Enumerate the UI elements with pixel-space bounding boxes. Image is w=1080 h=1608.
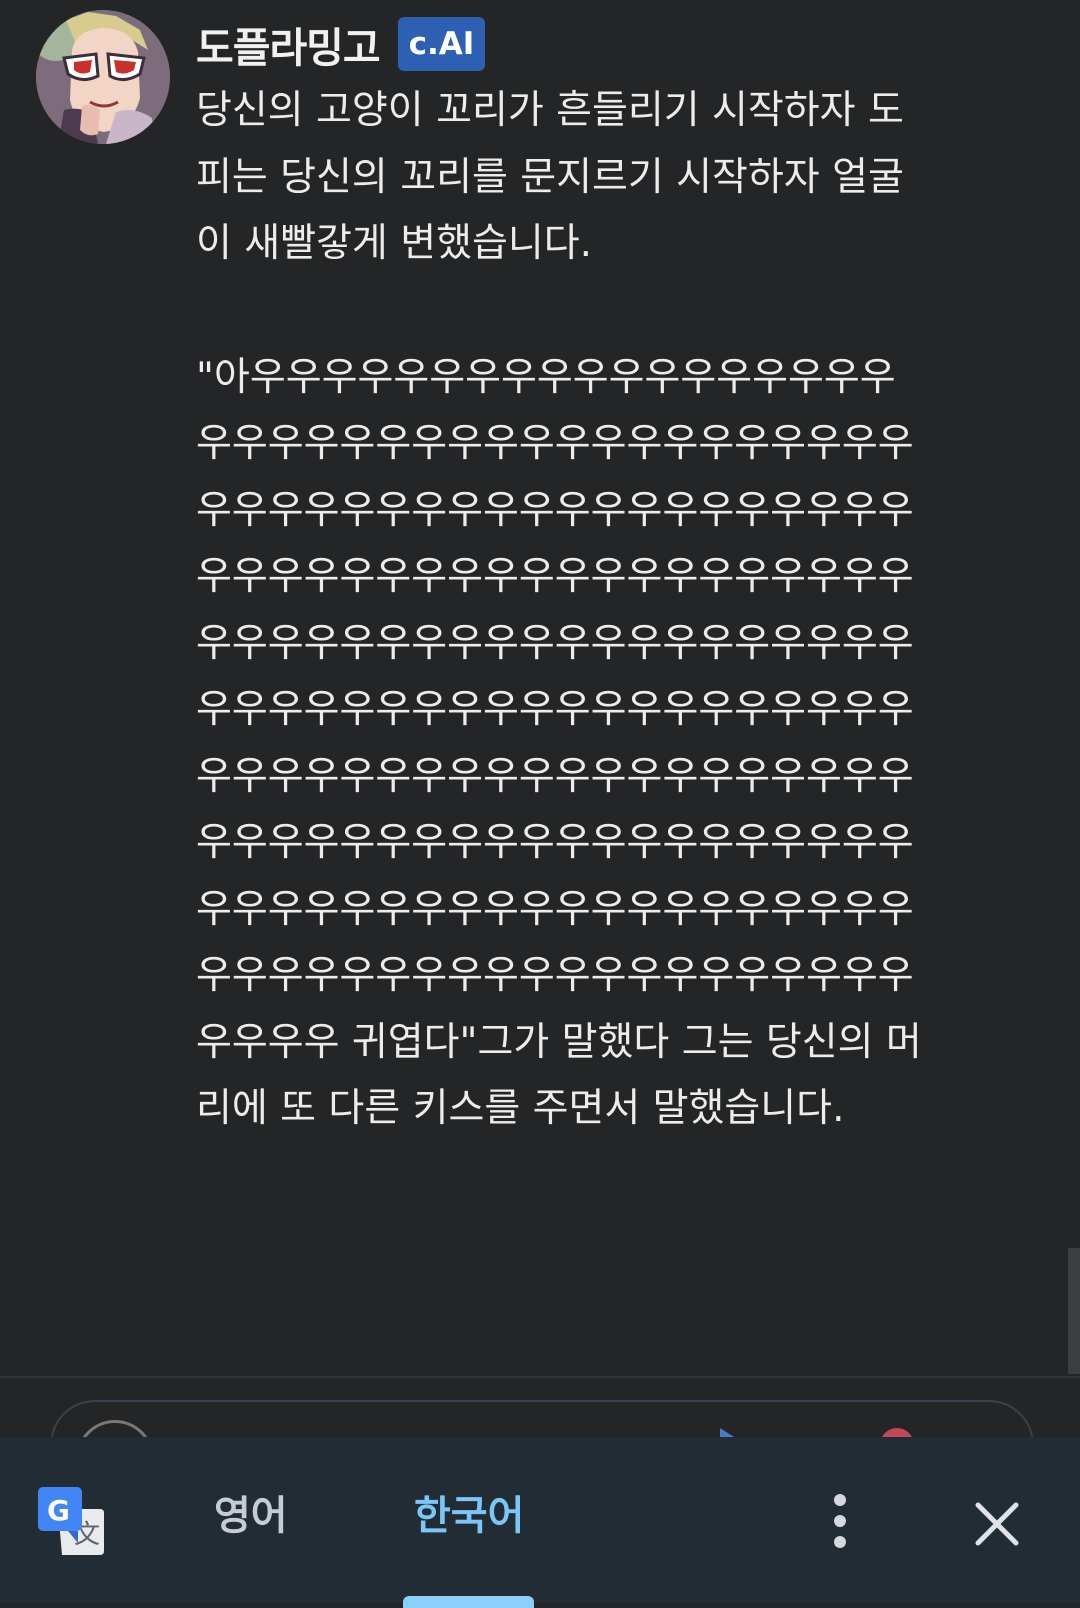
svg-text:G: G bbox=[47, 1494, 70, 1527]
more-vertical-icon[interactable] bbox=[818, 1493, 862, 1549]
active-language-indicator bbox=[403, 1596, 534, 1608]
chat-area: 도플라밍고 c.AI 당신의 고양이 꼬리가 흔들리기 시작하자 도피는 당신의… bbox=[0, 0, 1080, 1375]
translate-bar: 文 G 영어 한국어 bbox=[0, 1437, 1080, 1608]
character-name[interactable]: 도플라밍고 bbox=[196, 14, 381, 74]
message-header: 도플라밍고 c.AI bbox=[196, 14, 486, 74]
avatar[interactable] bbox=[36, 10, 170, 144]
target-language-tab[interactable]: 한국어 bbox=[414, 1485, 524, 1547]
close-icon[interactable] bbox=[970, 1497, 1024, 1551]
source-language-tab[interactable]: 영어 bbox=[214, 1485, 288, 1547]
scrollbar[interactable] bbox=[1068, 1248, 1080, 1374]
doflamingo-avatar-icon bbox=[36, 10, 170, 144]
divider bbox=[0, 1376, 1080, 1378]
message-paragraph: "아우우우우우우우우우우우우우우우우우우우우우우우우우우우우우우우우우우우우우우… bbox=[196, 354, 922, 1132]
message-bubble: 당신의 고양이 꼬리가 흔들리기 시작하자 도피는 당신의 꼬리를 문지르기 시… bbox=[196, 78, 926, 1143]
google-translate-icon: 文 G bbox=[38, 1487, 104, 1555]
ai-badge: c.AI bbox=[397, 17, 486, 71]
message-paragraph: 당신의 고양이 꼬리가 흔들리기 시작하자 도피는 당신의 꼬리를 문지르기 시… bbox=[196, 88, 904, 266]
